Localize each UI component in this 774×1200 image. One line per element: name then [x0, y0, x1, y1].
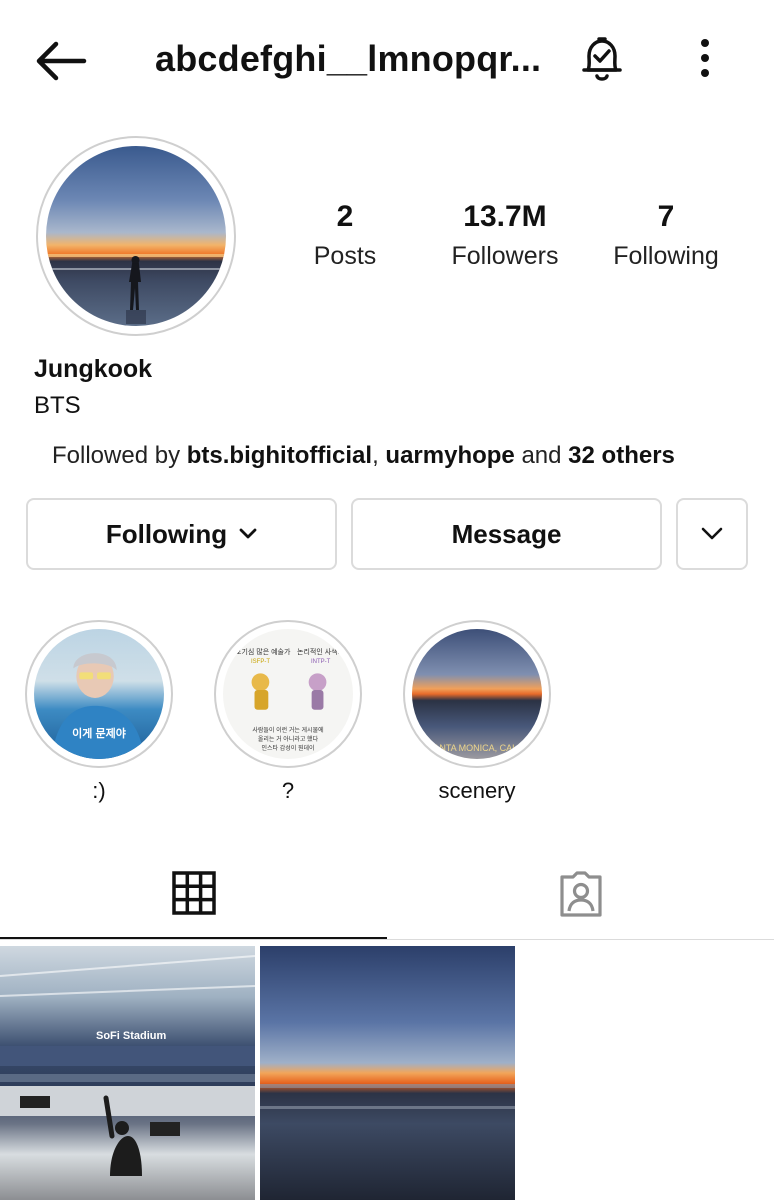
story-highlight[interactable]: 호기심 많은 예술가 논리적인 사색가 ISFP-T INTP-T 사람들이 이…	[214, 620, 362, 804]
following-label: Following	[613, 242, 719, 270]
followed-by-text[interactable]: Followed by bts.bighitofficial, uarmyhop…	[52, 442, 675, 470]
highlight-cover-text: 올리는 거 아니라고 했다	[257, 737, 319, 743]
message-button-label: Message	[451, 518, 562, 549]
followed-by-others[interactable]: 32 others	[568, 442, 675, 469]
highlight-cover: 이게 문제야	[34, 629, 164, 759]
profile-avatar[interactable]	[36, 136, 236, 336]
highlight-label: ?	[281, 778, 295, 803]
message-button[interactable]: Message	[351, 498, 662, 570]
post-thumbnail[interactable]: SoFi Stadium	[0, 946, 255, 1200]
highlight-label: :)	[92, 778, 106, 803]
highlight-label: scenery	[438, 778, 516, 803]
chevron-down-icon	[701, 527, 723, 540]
more-vertical-icon[interactable]	[688, 36, 722, 82]
post-overlay-text: SoFi Stadium	[96, 1030, 167, 1042]
followed-by-prefix: Followed by	[52, 442, 187, 469]
tab-divider	[0, 939, 774, 940]
story-highlight[interactable]: SANTA MONICA, CALIF. scenery	[403, 620, 551, 804]
follower-link-2[interactable]: uarmyhope	[385, 442, 514, 469]
posts-count: 2	[336, 200, 354, 233]
profile-username: abcdefghi__lmnopqr...	[155, 38, 542, 79]
following-count: 7	[657, 200, 675, 233]
tab-posts-grid[interactable]	[0, 848, 387, 940]
highlight-cover: 호기심 많은 예술가 논리적인 사색가 ISFP-T INTP-T 사람들이 이…	[223, 629, 353, 759]
posts-label: Posts	[313, 242, 377, 270]
follower-link-1[interactable]: bts.bighitofficial	[187, 442, 372, 469]
top-bar: abcdefghi__lmnopqr...	[0, 0, 774, 120]
highlight-ring: SANTA MONICA, CALIF.	[403, 620, 551, 768]
following-button[interactable]: Following	[26, 498, 337, 570]
arrow-left-icon[interactable]	[32, 38, 88, 84]
avatar-image	[46, 146, 226, 326]
suggested-accounts-button[interactable]	[676, 498, 748, 570]
bell-check-icon[interactable]	[578, 34, 626, 84]
stat-following[interactable]: 7 Following	[602, 200, 730, 271]
highlight-ring: 호기심 많은 예술가 논리적인 사색가 ISFP-T INTP-T 사람들이 이…	[214, 620, 362, 768]
highlight-cover-text: 사람들이 이런 거는 게시물에	[252, 728, 324, 734]
highlight-cover: SANTA MONICA, CALIF.	[412, 629, 542, 759]
highlight-cover-text: 인스타 감성이 뭔데이	[261, 746, 315, 752]
post-thumbnail[interactable]	[260, 946, 515, 1200]
stat-posts[interactable]: 2 Posts	[300, 200, 390, 271]
highlight-cover-text: 이게 문제야	[72, 728, 126, 740]
highlight-cover-text: SANTA MONICA, CALIF.	[427, 743, 527, 753]
following-button-label: Following	[105, 518, 228, 549]
tagged-person-icon	[559, 871, 602, 917]
highlight-ring: 이게 문제야	[25, 620, 173, 768]
followers-count: 13.7M	[463, 200, 547, 233]
story-highlight[interactable]: 이게 문제야 :)	[25, 620, 173, 804]
chevron-down-icon	[239, 528, 257, 539]
tab-tagged[interactable]	[387, 848, 774, 940]
followed-by-sep: ,	[372, 442, 386, 469]
followers-label: Followers	[451, 242, 559, 270]
grid-icon	[171, 870, 216, 915]
followed-by-and: and	[514, 442, 569, 469]
profile-bio: BTS	[34, 392, 81, 419]
stat-followers[interactable]: 13.7M Followers	[440, 200, 570, 271]
profile-name: Jungkook	[34, 355, 153, 383]
